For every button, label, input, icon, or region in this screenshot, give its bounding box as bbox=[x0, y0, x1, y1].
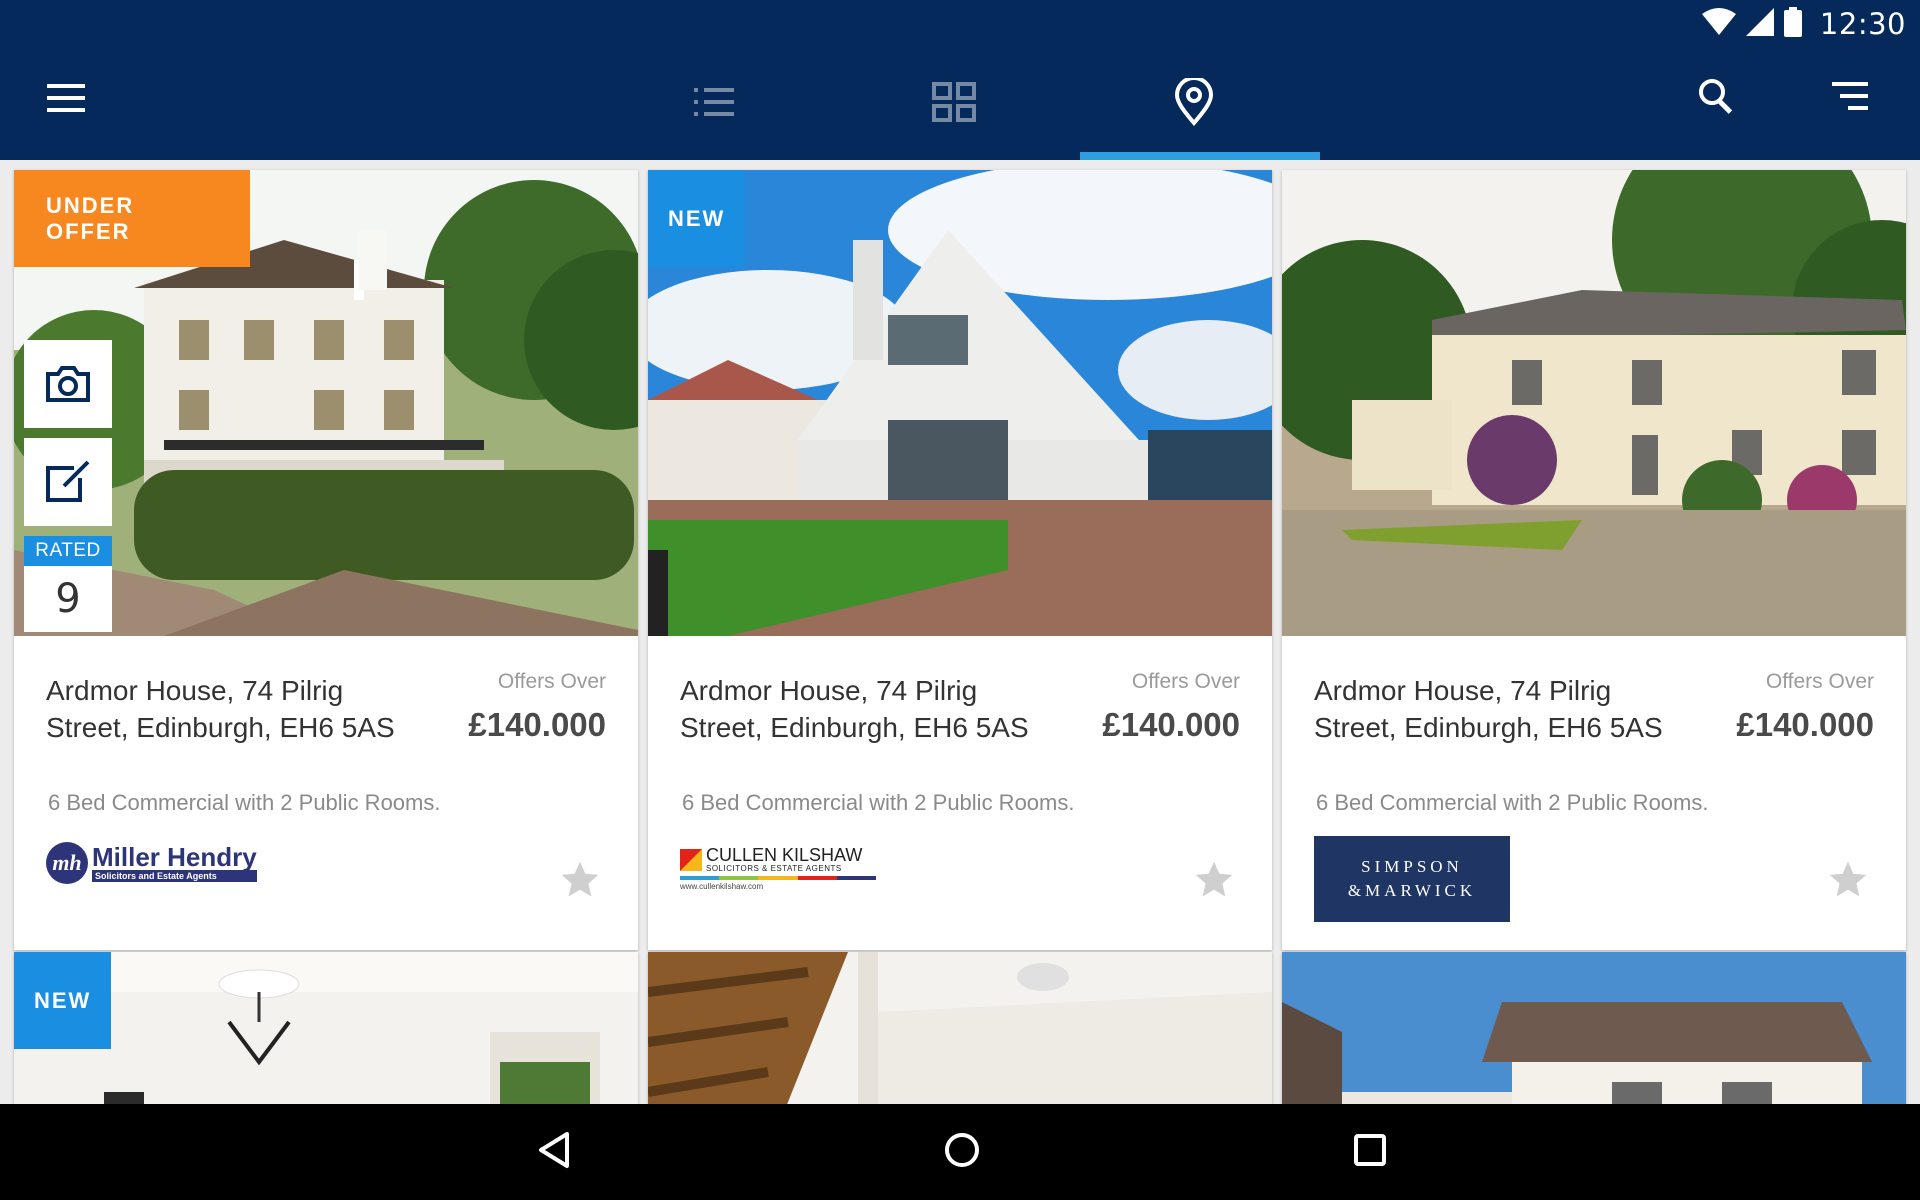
camera-icon bbox=[44, 364, 92, 404]
agent-monogram: mh bbox=[46, 842, 88, 884]
cullen-kilshaw-mark-icon bbox=[680, 848, 702, 871]
listing-grid: UNDER OFFER RATED 9 Ardmor House, 74 Pil… bbox=[0, 160, 1920, 1104]
agent-tagline: Solicitors and Estate Agents bbox=[92, 870, 257, 882]
property-photo[interactable]: NEW bbox=[14, 952, 638, 1104]
property-photo[interactable]: NEW bbox=[648, 170, 1272, 636]
status-icons: 12:30 bbox=[1701, 6, 1906, 42]
edit-note-icon bbox=[44, 460, 92, 504]
listing-description: 6 Bed Commercial with 2 Public Rooms. bbox=[48, 790, 441, 815]
rating-value: 9 bbox=[55, 576, 81, 622]
listing-card[interactable] bbox=[1282, 952, 1906, 1104]
recents-icon bbox=[1353, 1133, 1387, 1172]
agent-logo-cullen-kilshaw[interactable]: CULLEN KILSHAW SOLICITORS & ESTATE AGENT… bbox=[680, 845, 877, 891]
hamburger-menu-icon[interactable] bbox=[30, 70, 102, 126]
listing-info: Ardmor House, 74 Pilrig Street, Edinburg… bbox=[1282, 636, 1906, 950]
agent-tagline: SOLICITORS & ESTATE AGENTS bbox=[706, 864, 842, 873]
cellular-signal-icon bbox=[1745, 7, 1774, 41]
listing-price: £140.000 bbox=[1102, 706, 1240, 743]
price-label: Offers Over bbox=[1131, 670, 1240, 693]
agent-name: Miller Hendry bbox=[92, 842, 257, 872]
agent-name: CULLEN KILSHAW bbox=[706, 845, 863, 865]
property-photo[interactable] bbox=[1282, 170, 1906, 636]
property-photo[interactable]: UNDER OFFER RATED 9 bbox=[14, 170, 638, 636]
listing-price: £140.000 bbox=[468, 706, 606, 743]
favorite-star-icon[interactable] bbox=[558, 858, 602, 902]
listing-tools: RATED 9 bbox=[24, 340, 112, 632]
listing-address: Ardmor House, 74 Pilrig Street, Edinburg… bbox=[680, 675, 1029, 743]
listing-status-badge: NEW bbox=[14, 952, 112, 1049]
rating-box: RATED 9 bbox=[24, 536, 112, 632]
list-view-icon bbox=[694, 86, 734, 123]
agent-logo-miller-hendry[interactable]: mh Miller Hendry Solicitors and Estate A… bbox=[46, 842, 257, 884]
status-bar: 12:30 bbox=[0, 0, 1920, 48]
map-pin-icon bbox=[1174, 75, 1214, 131]
listing-card[interactable]: NEW Ardmor House, 74 Pilrig Street, Edin… bbox=[648, 170, 1272, 950]
recents-button[interactable] bbox=[1330, 1122, 1410, 1182]
filter-sort-icon bbox=[1832, 81, 1868, 115]
agent-logo-simpson-marwick[interactable]: SIMPSON &MARWICK bbox=[1314, 836, 1510, 922]
listing-card[interactable]: Ardmor House, 74 Pilrig Street, Edinburg… bbox=[1282, 170, 1906, 950]
agent-name-line1: SIMPSON bbox=[1361, 857, 1463, 876]
price-label: Offers Over bbox=[497, 670, 606, 693]
listing-status-badge: NEW bbox=[648, 170, 746, 267]
favorite-star-icon[interactable] bbox=[1192, 858, 1236, 902]
edit-note-button[interactable] bbox=[24, 438, 112, 526]
listing-card[interactable]: UNDER OFFER RATED 9 Ardmor House, 74 Pil… bbox=[14, 170, 638, 950]
favorite-star-icon[interactable] bbox=[1826, 858, 1870, 902]
search-button[interactable] bbox=[1680, 70, 1752, 126]
back-icon bbox=[537, 1131, 571, 1174]
property-photo[interactable] bbox=[1282, 952, 1906, 1104]
camera-button[interactable] bbox=[24, 340, 112, 428]
battery-icon bbox=[1783, 6, 1802, 42]
listing-address: Ardmor House, 74 Pilrig Street, Edinburg… bbox=[46, 675, 395, 743]
home-button[interactable] bbox=[922, 1122, 1002, 1182]
tab-list-view[interactable] bbox=[594, 48, 834, 160]
search-icon bbox=[1697, 77, 1735, 120]
home-icon bbox=[944, 1132, 980, 1173]
listing-card[interactable] bbox=[648, 952, 1272, 1104]
filter-button[interactable] bbox=[1814, 70, 1886, 126]
status-time: 12:30 bbox=[1819, 7, 1906, 41]
price-label: Offers Over bbox=[1765, 670, 1874, 693]
app-bar bbox=[0, 48, 1920, 160]
tab-map-view[interactable] bbox=[1074, 48, 1314, 160]
back-button[interactable] bbox=[514, 1122, 594, 1182]
rating-label: RATED bbox=[24, 536, 112, 566]
listing-description: 6 Bed Commercial with 2 Public Rooms. bbox=[1316, 790, 1709, 815]
wifi-icon bbox=[1701, 7, 1736, 41]
active-tab-indicator bbox=[1080, 152, 1320, 160]
listing-status-badge: UNDER OFFER bbox=[14, 170, 250, 267]
listing-info: Ardmor House, 74 Pilrig Street, Edinburg… bbox=[14, 636, 638, 950]
agent-color-stripe bbox=[680, 876, 877, 880]
listing-info: Ardmor House, 74 Pilrig Street, Edinburg… bbox=[648, 636, 1272, 950]
listing-card[interactable]: NEW bbox=[14, 952, 638, 1104]
agent-name-line2: &MARWICK bbox=[1347, 881, 1477, 900]
property-photo[interactable] bbox=[648, 952, 1272, 1104]
agent-url: www.cullenkilshaw.com bbox=[680, 882, 764, 891]
system-navigation-bar bbox=[0, 1104, 1920, 1200]
listing-description: 6 Bed Commercial with 2 Public Rooms. bbox=[682, 790, 1075, 815]
grid-view-icon bbox=[932, 81, 976, 127]
tab-grid-view[interactable] bbox=[834, 48, 1074, 160]
listing-address: Ardmor House, 74 Pilrig Street, Edinburg… bbox=[1314, 675, 1663, 743]
listing-price: £140.000 bbox=[1736, 706, 1874, 743]
